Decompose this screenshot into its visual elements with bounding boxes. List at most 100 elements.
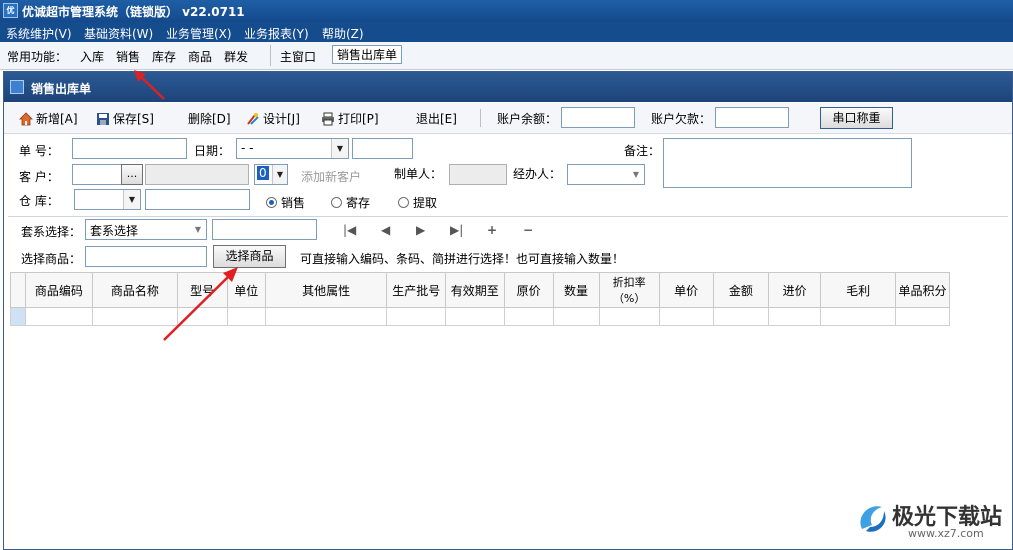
cell[interactable] (820, 307, 897, 326)
order-no-field[interactable] (72, 138, 187, 159)
table-row[interactable] (10, 307, 950, 326)
cell[interactable] (895, 307, 950, 326)
delete-button[interactable]: 删除[D] (188, 110, 231, 127)
order-no-label: 单 号： (19, 144, 59, 158)
cell[interactable] (598, 307, 660, 326)
save-button[interactable]: 保存[S] (96, 110, 154, 127)
col-product-code[interactable]: 商品编码 (24, 272, 93, 308)
radio-pickup-label: 提取 (413, 196, 438, 210)
chevron-down-icon[interactable]: ▼ (331, 139, 348, 158)
add-customer-link[interactable]: 添加新客户 (301, 168, 361, 185)
row-indicator[interactable] (10, 307, 26, 326)
nav-prev-icon[interactable]: ◀ (381, 223, 390, 237)
quick-sales[interactable]: 销售 (116, 48, 140, 65)
exit-button[interactable]: 退出[E] (416, 110, 457, 127)
col-profit[interactable]: 毛利 (820, 272, 897, 308)
balance-field[interactable] (561, 107, 635, 128)
product-label: 选择商品： (21, 252, 82, 266)
col-discount[interactable]: 折扣率（%） (598, 272, 660, 308)
col-unit-price[interactable]: 单价 (658, 272, 714, 308)
customer-name-field (145, 164, 249, 185)
cell[interactable] (503, 307, 554, 326)
menu-basic-data[interactable]: 基础资料(W) (84, 25, 153, 42)
debt-field[interactable] (715, 107, 789, 128)
nav-last-icon[interactable]: ▶| (450, 223, 463, 237)
col-cost[interactable]: 进价 (768, 272, 822, 308)
design-button[interactable]: 设计[J] (246, 110, 300, 127)
annotation-arrow (163, 267, 238, 341)
customer-code-field[interactable] (72, 164, 122, 185)
tab-sales-outbound[interactable]: 销售出库单 (332, 45, 403, 64)
quick-goods[interactable]: 商品 (188, 48, 212, 65)
set-search-field[interactable] (212, 219, 317, 240)
radio-sale-label: 销售 (281, 196, 306, 210)
col-amount[interactable]: 金额 (712, 272, 770, 308)
cell[interactable] (712, 307, 770, 326)
quick-broadcast[interactable]: 群发 (224, 48, 248, 65)
cell[interactable] (445, 307, 505, 326)
menu-system[interactable]: 系统维护(V) (6, 25, 72, 42)
remove-row-icon[interactable]: − (523, 223, 533, 237)
cell[interactable] (386, 307, 446, 326)
app-logo-icon: 优 (3, 3, 18, 18)
chevron-down-icon[interactable]: ▼ (123, 190, 140, 209)
set-select[interactable]: 套系选择 ▼ (85, 219, 207, 240)
col-batch-no[interactable]: 生产批号 (386, 272, 446, 308)
col-points[interactable]: 单品积分 (895, 272, 950, 308)
new-button[interactable]: 新增[A] (19, 110, 78, 127)
cell[interactable] (264, 307, 388, 326)
exit-label: 退出[E] (416, 112, 457, 126)
watermark-url: www.xz7.com (908, 527, 984, 540)
nav-next-icon[interactable]: ▶ (416, 223, 425, 237)
cell[interactable] (658, 307, 714, 326)
chevron-down-icon[interactable]: ▼ (628, 165, 644, 184)
cell[interactable] (768, 307, 822, 326)
window-icon (10, 80, 24, 94)
add-row-icon[interactable]: + (487, 223, 497, 237)
nav-first-icon[interactable]: |◀ (343, 223, 356, 237)
menu-reports[interactable]: 业务报表(Y) (244, 25, 309, 42)
radio-unchecked-icon (398, 197, 409, 208)
col-expiry[interactable]: 有效期至 (445, 272, 505, 308)
customer-type-select[interactable]: 0 ▼ (254, 164, 288, 185)
toolbar-divider (480, 109, 481, 127)
watermark-logo-icon (860, 506, 886, 532)
col-original-price[interactable]: 原价 (503, 272, 554, 308)
cell[interactable] (24, 307, 93, 326)
menu-help[interactable]: 帮助(Z) (322, 25, 364, 42)
warehouse-select[interactable]: ▼ (74, 189, 141, 210)
date-label: 日期： (194, 144, 231, 158)
design-tools-icon (247, 112, 259, 125)
chevron-down-icon[interactable]: ▼ (272, 165, 287, 184)
toolbar: 新增[A] 保存[S] 删除[D] 设计[J] 打印[P] 退出[E] 账户余额… (4, 103, 1012, 134)
time-field[interactable] (352, 138, 413, 159)
handler-select[interactable]: ▼ (567, 164, 645, 185)
customer-label: 客 户： (19, 170, 59, 184)
warehouse-label: 仓 库： (19, 194, 59, 208)
annotation-arrow (134, 70, 165, 100)
new-label: 新增[A] (36, 112, 78, 126)
quick-inbound[interactable]: 入库 (80, 48, 104, 65)
serial-scale-button[interactable]: 串口称重 (820, 107, 893, 129)
warehouse-name-field[interactable] (145, 189, 250, 210)
cell[interactable] (552, 307, 600, 326)
print-button[interactable]: 打印[P] (321, 110, 379, 127)
note-textarea[interactable] (663, 138, 912, 188)
menubar: 系统维护(V) 基础资料(W) 业务管理(X) 业务报表(Y) 帮助(Z) (0, 22, 1013, 42)
app-titlebar: 优 优诚超市管理系统（链锁版） v22.0711 (0, 0, 1013, 22)
menu-business[interactable]: 业务管理(X) (166, 25, 232, 42)
radio-consign-label: 寄存 (346, 196, 371, 210)
chevron-down-icon[interactable]: ▼ (190, 220, 206, 239)
customer-browse-button[interactable]: ... (121, 164, 143, 185)
radio-sale[interactable]: 销售 (266, 194, 305, 211)
date-picker[interactable]: - - ▼ (236, 138, 349, 159)
quick-stock[interactable]: 库存 (152, 48, 176, 65)
radio-consign[interactable]: 寄存 (331, 194, 370, 211)
tab-main-window[interactable]: 主窗口 (280, 48, 316, 65)
maker-field (449, 164, 507, 185)
save-label: 保存[S] (113, 112, 154, 126)
sales-outbound-window: 销售出库单 新增[A] 保存[S] 删除[D] 设计[J] 打印[P] 退出[E… (3, 71, 1013, 550)
col-other-attrs[interactable]: 其他属性 (264, 272, 388, 308)
col-quantity[interactable]: 数量 (552, 272, 600, 308)
radio-pickup[interactable]: 提取 (398, 194, 437, 211)
